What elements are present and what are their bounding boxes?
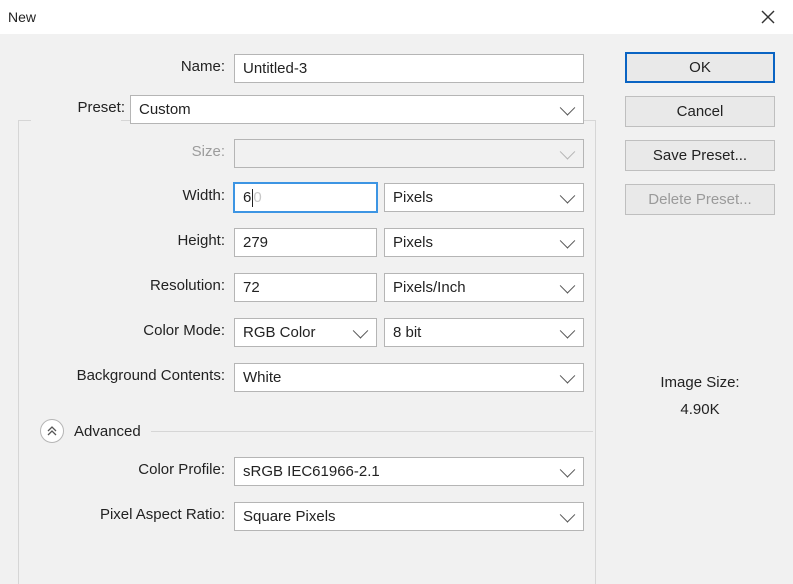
color-profile-select[interactable]: sRGB IEC61966-2.1 [234, 457, 584, 486]
pixel-aspect-select[interactable]: Square Pixels [234, 502, 584, 531]
preset-value: Custom [139, 101, 191, 118]
ok-button[interactable]: OK [625, 52, 775, 83]
chevron-up-double-icon [47, 426, 57, 436]
label-color-mode: Color Mode: [143, 322, 225, 339]
label-image-size: Image Size: [625, 374, 775, 391]
bit-depth-value: 8 bit [393, 324, 421, 341]
label-resolution: Resolution: [150, 277, 225, 294]
resolution-unit-select[interactable]: Pixels/Inch [384, 273, 584, 302]
label-color-profile: Color Profile: [138, 461, 225, 478]
preset-select[interactable]: Custom [130, 95, 584, 124]
size-select [234, 139, 584, 168]
color-profile-value: sRGB IEC61966-2.1 [243, 463, 380, 480]
color-mode-value: RGB Color [243, 324, 316, 341]
width-unit-value: Pixels [393, 189, 433, 206]
divider [151, 431, 593, 432]
bg-contents-value: White [243, 369, 281, 386]
color-mode-select[interactable]: RGB Color [234, 318, 377, 347]
image-size-block: Image Size: 4.90K [625, 374, 775, 418]
width-input[interactable]: 60 [234, 183, 377, 212]
label-name: Name: [181, 58, 225, 75]
titlebar: New [0, 0, 793, 34]
height-input[interactable]: 279 [234, 228, 377, 257]
delete-preset-button: Delete Preset... [625, 184, 775, 215]
height-unit-select[interactable]: Pixels [384, 228, 584, 257]
save-preset-label: Save Preset... [653, 147, 747, 164]
resolution-value: 72 [243, 279, 260, 296]
bg-contents-select[interactable]: White [234, 363, 584, 392]
width-ghost: 0 [253, 189, 261, 206]
close-icon [761, 10, 775, 24]
resolution-unit-value: Pixels/Inch [393, 279, 466, 296]
name-value: Untitled-3 [243, 60, 307, 77]
label-preset: Preset: [77, 99, 125, 116]
height-value: 279 [243, 234, 268, 251]
resolution-input[interactable]: 72 [234, 273, 377, 302]
label-bg-contents: Background Contents: [77, 367, 225, 384]
advanced-toggle[interactable] [40, 419, 64, 443]
label-pixel-aspect: Pixel Aspect Ratio: [100, 506, 225, 523]
image-size-value: 4.90K [625, 401, 775, 418]
height-unit-value: Pixels [393, 234, 433, 251]
cancel-label: Cancel [677, 103, 724, 120]
delete-preset-label: Delete Preset... [648, 191, 751, 208]
save-preset-button[interactable]: Save Preset... [625, 140, 775, 171]
window-close-button[interactable] [749, 3, 787, 31]
window-title: New [8, 9, 36, 25]
label-size: Size: [192, 143, 225, 160]
width-unit-select[interactable]: Pixels [384, 183, 584, 212]
width-value: 6 [243, 189, 251, 206]
ok-label: OK [689, 59, 711, 76]
cancel-button[interactable]: Cancel [625, 96, 775, 127]
label-advanced: Advanced [74, 423, 141, 440]
label-height: Height: [177, 232, 225, 249]
label-width: Width: [182, 187, 225, 204]
name-input[interactable]: Untitled-3 [234, 54, 584, 83]
pixel-aspect-value: Square Pixels [243, 508, 336, 525]
bit-depth-select[interactable]: 8 bit [384, 318, 584, 347]
